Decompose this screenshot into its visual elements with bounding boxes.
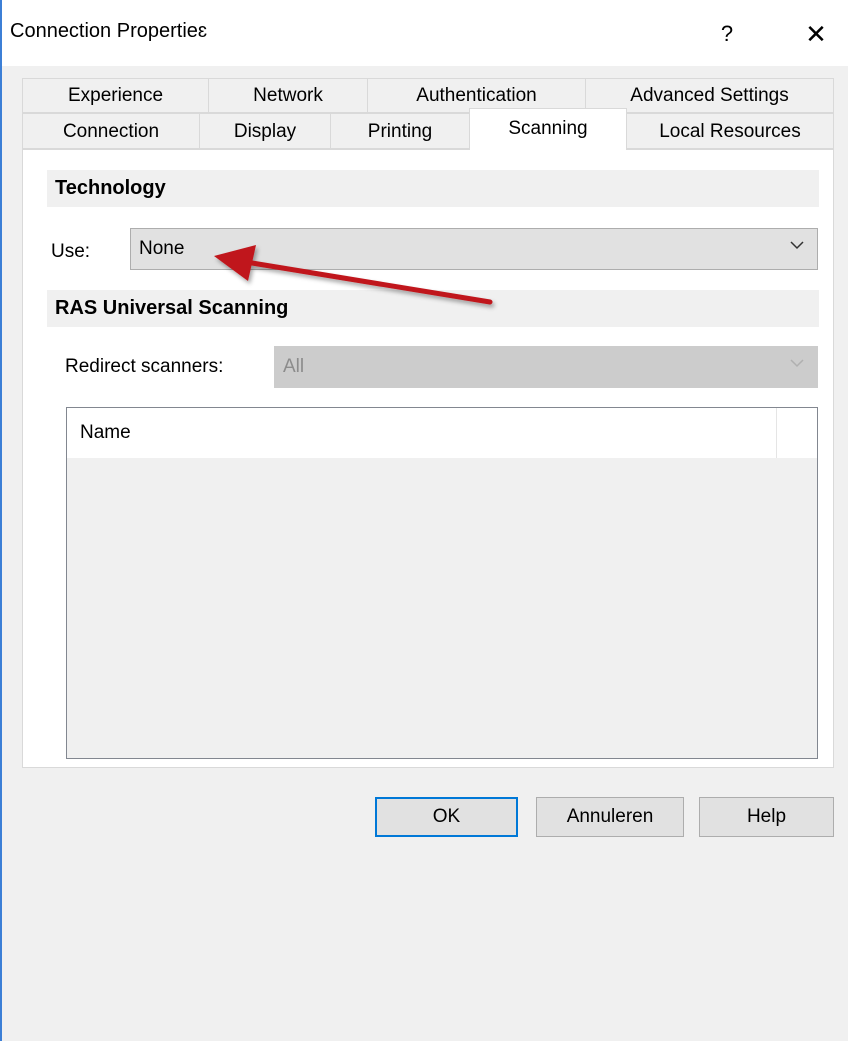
column-header-filler bbox=[778, 408, 816, 458]
window-border bbox=[0, 0, 2, 1041]
close-icon[interactable]: ✕ bbox=[792, 14, 840, 54]
help-icon[interactable]: ? bbox=[707, 14, 747, 54]
tab-printing[interactable]: Printing bbox=[330, 113, 470, 149]
ok-button[interactable]: OK bbox=[375, 797, 518, 837]
redirect-scanners-value: All bbox=[283, 356, 305, 377]
cancel-button[interactable]: Annuleren bbox=[536, 797, 684, 837]
chevron-down-icon bbox=[790, 359, 804, 368]
tab-scanning[interactable]: Scanning bbox=[469, 108, 627, 150]
title-bar: Connection Propertieɛ ? ✕ bbox=[2, 0, 848, 66]
technology-header: Technology bbox=[47, 170, 819, 207]
list-header: Name bbox=[67, 408, 817, 458]
column-header-name[interactable]: Name bbox=[67, 408, 777, 458]
tab-network[interactable]: Network bbox=[208, 78, 368, 113]
tab-connection[interactable]: Connection bbox=[22, 113, 200, 149]
use-technology-select[interactable]: None bbox=[130, 228, 818, 270]
use-technology-value: None bbox=[139, 238, 185, 259]
redirect-scanners-label: Redirect scanners: bbox=[65, 356, 224, 377]
scanners-list[interactable]: Name bbox=[66, 407, 818, 759]
use-label: Use: bbox=[51, 241, 91, 262]
chevron-down-icon bbox=[790, 241, 804, 250]
help-button[interactable]: Help bbox=[699, 797, 834, 837]
window-title: Connection Propertieɛ bbox=[10, 20, 208, 42]
tab-local-resources[interactable]: Local Resources bbox=[626, 113, 834, 149]
ras-universal-scanning-header: RAS Universal Scanning bbox=[47, 290, 819, 327]
scanning-tab-panel: Technology Use: None RAS Universal Scann… bbox=[22, 149, 834, 768]
tab-display[interactable]: Display bbox=[199, 113, 331, 149]
tab-experience[interactable]: Experience bbox=[22, 78, 209, 113]
connection-properties-dialog: Connection Propertieɛ ? ✕ Experience Net… bbox=[0, 0, 848, 1041]
redirect-scanners-select[interactable]: All bbox=[274, 346, 818, 388]
